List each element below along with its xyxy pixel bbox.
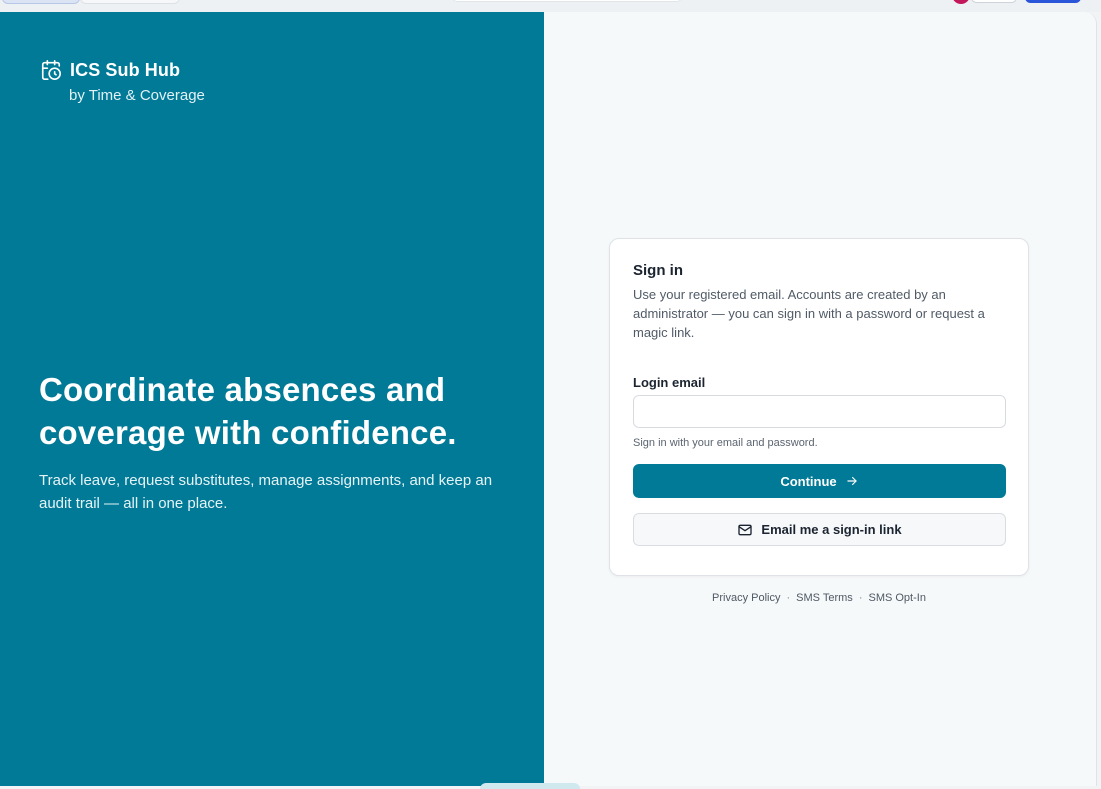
footer-separator: · xyxy=(858,592,863,604)
mail-icon xyxy=(737,522,753,538)
email-label: Login email xyxy=(633,375,706,390)
app-window: ICS Sub Hub by Time & Coverage Coordinat… xyxy=(0,12,1097,786)
continue-label: Continue xyxy=(780,473,837,489)
profile-avatar[interactable] xyxy=(952,0,970,4)
bottom-edge-element xyxy=(480,783,580,789)
brand: ICS Sub Hub by Time & Coverage xyxy=(40,59,205,104)
email-field[interactable] xyxy=(633,395,1006,428)
hero: Coordinate absences and coverage with co… xyxy=(39,368,499,515)
arrow-right-icon xyxy=(845,474,859,488)
signin-panel: Sign in Use your registered email. Accou… xyxy=(544,12,1096,786)
email-hint: Sign in with your email and password. xyxy=(633,437,818,449)
hero-title: Coordinate absences and coverage with co… xyxy=(39,371,457,451)
magic-link-button[interactable]: Email me a sign-in link xyxy=(633,513,1006,546)
continue-button[interactable]: Continue xyxy=(633,464,1006,498)
brand-subtitle: by Time & Coverage xyxy=(69,87,205,104)
sms-opt-in-link[interactable]: SMS Opt-In xyxy=(868,592,925,604)
signin-title: Sign in xyxy=(633,262,683,279)
footer-links: Privacy Policy · SMS Terms · SMS Opt-In xyxy=(609,592,1029,604)
browser-chrome xyxy=(0,0,1101,12)
hero-text: Track leave, request substitutes, manage… xyxy=(39,472,493,512)
footer-separator: · xyxy=(786,592,791,604)
browser-primary-button[interactable] xyxy=(1025,0,1081,3)
brand-panel: ICS Sub Hub by Time & Coverage Coordinat… xyxy=(0,12,544,786)
brand-title: ICS Sub Hub xyxy=(70,59,181,80)
privacy-policy-link[interactable]: Privacy Policy xyxy=(712,592,780,604)
magic-link-label: Email me a sign-in link xyxy=(761,522,902,537)
signin-description: Use your registered email. Accounts are … xyxy=(633,287,985,340)
sms-terms-link[interactable]: SMS Terms xyxy=(796,592,853,604)
browser-tab-active[interactable] xyxy=(2,0,80,4)
browser-tab[interactable] xyxy=(80,0,180,4)
browser-button[interactable] xyxy=(971,0,1017,3)
signin-card: Sign in Use your registered email. Accou… xyxy=(609,238,1029,576)
calendar-clock-icon xyxy=(40,59,62,81)
browser-address-field[interactable] xyxy=(452,0,682,2)
